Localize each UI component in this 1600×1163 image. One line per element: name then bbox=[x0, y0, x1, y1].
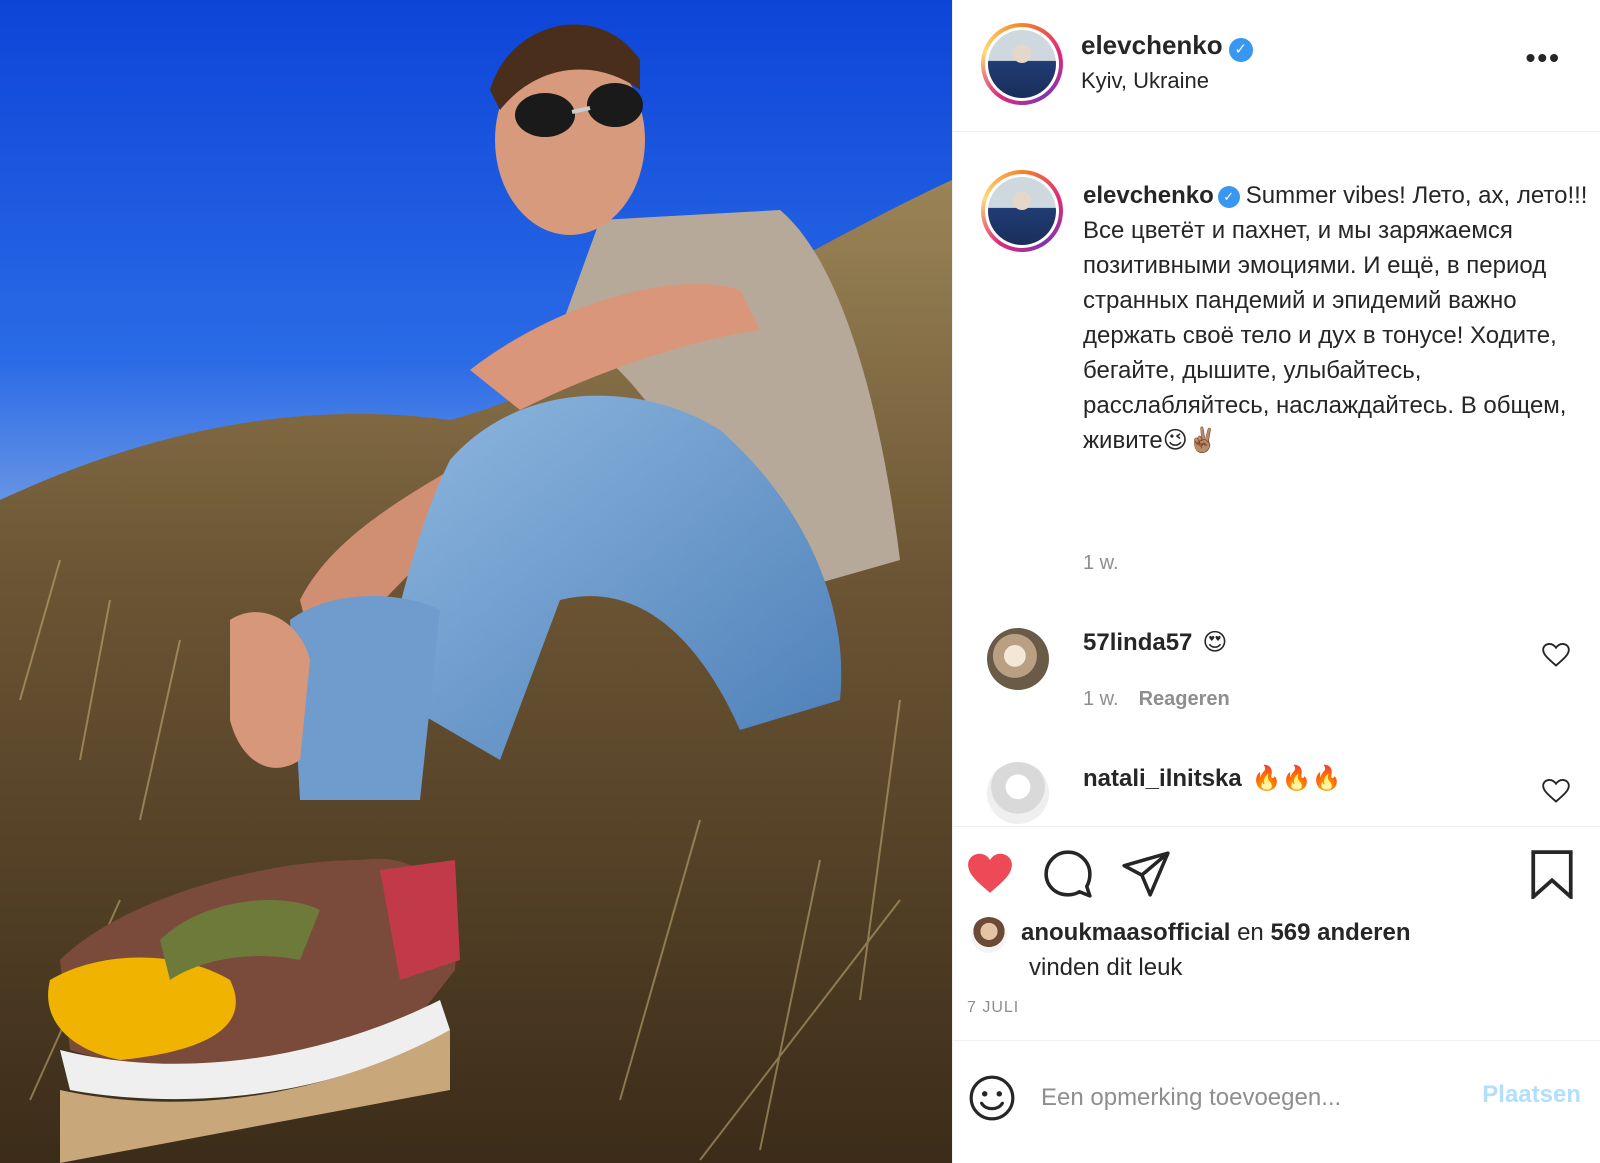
caption-time[interactable]: 1 w. bbox=[1083, 552, 1119, 575]
photo-image bbox=[0, 0, 952, 1163]
post-panel: elevchenko ✓ Kyiv, Ukraine ••• elevchenko… bbox=[952, 0, 1600, 1163]
caption-username[interactable]: elevchenko bbox=[1083, 182, 1214, 209]
comment-like-heart-icon[interactable] bbox=[1542, 642, 1570, 668]
comment-username[interactable]: natali_ilnitska bbox=[1083, 765, 1242, 792]
post-date[interactable]: 7 JULI bbox=[967, 999, 1019, 1017]
more-options-icon[interactable]: ••• bbox=[1526, 42, 1561, 74]
caption-text: Summer vibes! Лето, ах, лето!!! Все цвет… bbox=[1083, 182, 1588, 454]
likes-summary: anoukmaasofficial en 569 anderen vinden … bbox=[1021, 915, 1581, 985]
likes-connector: en bbox=[1237, 919, 1264, 946]
likes-suffix: vinden dit leuk bbox=[1029, 954, 1183, 981]
header-username[interactable]: elevchenko bbox=[1081, 30, 1223, 60]
comment-text: 🔥🔥🔥 bbox=[1251, 765, 1342, 792]
caption-avatar[interactable] bbox=[981, 170, 1063, 252]
comment-time[interactable]: 1 w. bbox=[1083, 688, 1119, 710]
post-location[interactable]: Kyiv, Ukraine bbox=[1081, 68, 1209, 94]
post-comment-button[interactable]: Plaatsen bbox=[1482, 1081, 1581, 1109]
bookmark-icon[interactable] bbox=[1527, 849, 1577, 899]
commenter-avatar[interactable] bbox=[987, 762, 1049, 824]
comment-icon[interactable] bbox=[1043, 849, 1093, 899]
liker-username[interactable]: anoukmaasofficial bbox=[1021, 919, 1230, 946]
comment-text: 😍 bbox=[1202, 629, 1228, 656]
comment-like-heart-icon[interactable] bbox=[1542, 778, 1570, 804]
caption: elevchenko ✓ Summer vibes! Лето, ах, лето!… bbox=[1083, 178, 1593, 458]
add-comment-bar: Plaatsen bbox=[953, 1040, 1600, 1163]
reply-button[interactable]: Reageren bbox=[1139, 688, 1230, 710]
commenter-avatar[interactable] bbox=[987, 628, 1049, 690]
profile-avatar[interactable] bbox=[981, 23, 1063, 105]
verified-badge-icon: ✓ bbox=[1217, 185, 1240, 208]
comment-username[interactable]: 57linda57 bbox=[1083, 629, 1192, 656]
likes-count[interactable]: 569 anderen bbox=[1270, 919, 1410, 946]
verified-badge-icon: ✓ bbox=[1228, 37, 1253, 62]
emoji-icon[interactable] bbox=[967, 1073, 1017, 1123]
post-photo[interactable] bbox=[0, 0, 952, 1163]
post-header: elevchenko ✓ Kyiv, Ukraine ••• bbox=[953, 0, 1600, 132]
heart-filled-icon[interactable] bbox=[965, 849, 1015, 899]
comment-input[interactable] bbox=[1041, 1073, 1441, 1123]
liker-avatar[interactable] bbox=[971, 917, 1007, 953]
share-icon[interactable] bbox=[1121, 849, 1171, 899]
